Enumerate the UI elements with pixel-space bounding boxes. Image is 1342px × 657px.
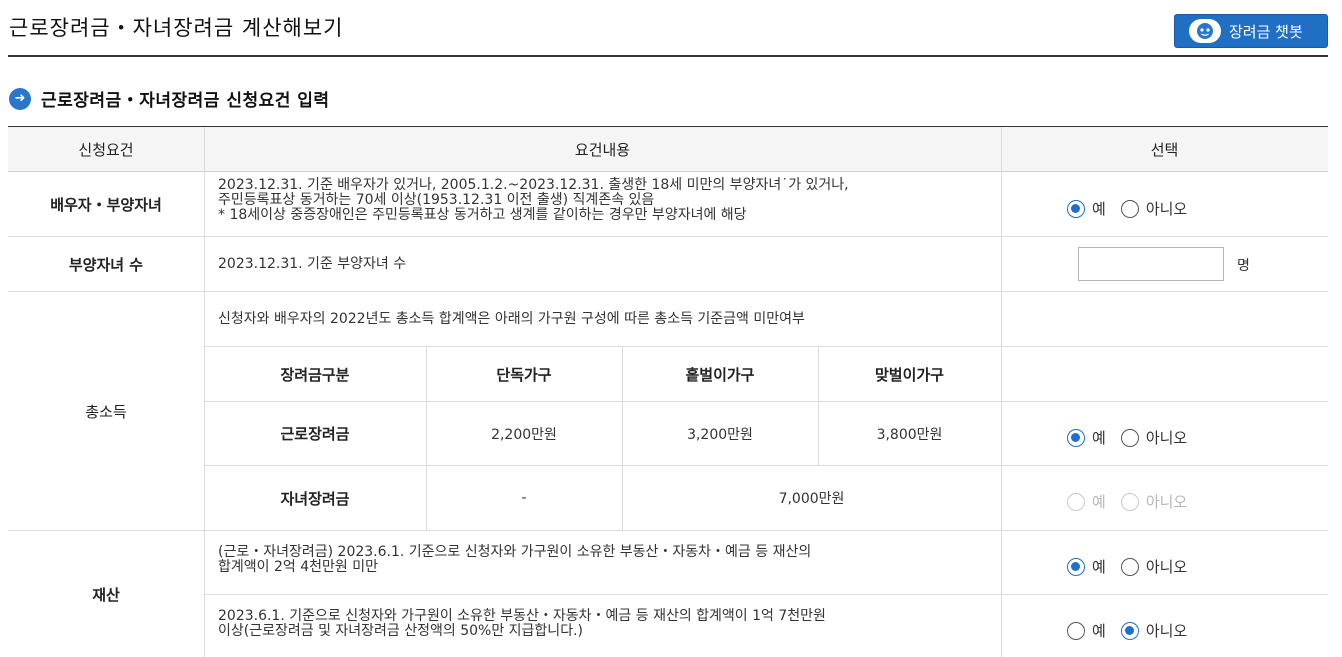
spouse-yes-label: 예 <box>1092 200 1106 218</box>
header-content: 요건내용 <box>574 141 631 159</box>
assets-line1-no-label: 아니오 <box>1145 558 1188 576</box>
page-title: 근로장려금・자녀장려금 계산해보기 <box>9 16 344 40</box>
header-select: 선택 <box>1150 141 1179 159</box>
arrow-right-icon: ➜ <box>9 87 31 110</box>
income-child-yes-radio[interactable] <box>1067 492 1085 511</box>
income-work-name: 근로장려금 <box>280 425 350 443</box>
chatbot-icon <box>1189 19 1221 43</box>
assets-line1-text: (근로・자녀장려금) 2023.6.1. 기준으로 신청자와 가구원이 소유한 … <box>218 544 812 575</box>
assets-line1-no-radio[interactable] <box>1120 557 1139 576</box>
requirements-table: 신청요건 요건내용 선택 배우자・부양자녀 2023.12.31. 기준 배우자… <box>8 126 1328 657</box>
title-divider <box>8 55 1328 57</box>
assets-line2-text: 2023.6.1. 기준으로 신청자와 가구원이 소유한 부동산・자동차・예금 … <box>218 608 826 639</box>
income-child-no-radio[interactable] <box>1120 492 1139 511</box>
assets-line2-yes-label: 예 <box>1092 622 1106 640</box>
header-requirement: 신청요건 <box>78 141 134 159</box>
income-work-radio-group: 예 아니오 <box>1067 427 1202 448</box>
row-label-assets: 재산 <box>92 586 120 604</box>
income-subheader-one-earner: 홑벌이가구 <box>685 365 755 384</box>
income-child-yes-label: 예 <box>1092 493 1106 511</box>
chatbot-label: 장려금 챗봇 <box>1229 22 1303 41</box>
income-work-yes-label: 예 <box>1092 429 1106 447</box>
section-title: 근로장려금・자녀장려금 신청요건 입력 <box>41 91 330 111</box>
assets-line2-radio-group: 예 아니오 <box>1067 620 1202 641</box>
income-work-no-radio[interactable] <box>1120 428 1139 447</box>
income-work-dual: 3,800만원 <box>876 426 943 443</box>
income-subheader-dual: 맞벌이가구 <box>874 365 944 384</box>
assets-line2-no-label: 아니오 <box>1145 622 1188 640</box>
income-subheader-single: 단독가구 <box>496 365 552 384</box>
income-intro-text: 신청자와 배우자의 2022년도 총소득 합계액은 아래의 가구원 구성에 따른… <box>218 311 805 327</box>
income-work-no-label: 아니오 <box>1145 429 1188 447</box>
children-count-unit: 명 <box>1237 258 1250 274</box>
assets-line1-radio-group: 예 아니오 <box>1067 556 1202 577</box>
income-subheader-type: 장려금구분 <box>280 365 350 384</box>
assets-line1-yes-radio[interactable] <box>1067 557 1085 576</box>
income-child-no-label: 아니오 <box>1145 493 1188 511</box>
assets-line2-yes-radio[interactable] <box>1067 621 1085 640</box>
spouse-no-radio[interactable] <box>1120 199 1139 218</box>
chatbot-button[interactable]: 장려금 챗봇 <box>1174 14 1328 48</box>
income-child-name: 자녀장려금 <box>280 489 350 508</box>
income-work-single: 2,200만원 <box>491 426 557 443</box>
income-child-single: - <box>521 490 527 506</box>
income-child-radio-group: 예 아니오 <box>1067 491 1202 512</box>
row-label-income: 총소득 <box>85 402 127 421</box>
children-count-input[interactable] <box>1078 247 1224 281</box>
children-requirement-text: 2023.12.31. 기준 부양자녀 수 <box>218 256 407 272</box>
section-heading: ➜ 근로장려금・자녀장려금 신청요건 입력 <box>9 86 330 111</box>
income-work-one-earner: 3,200만원 <box>687 426 753 443</box>
row-label-children: 부양자녀 수 <box>68 255 144 274</box>
income-work-yes-radio[interactable] <box>1067 428 1085 447</box>
row-label-spouse: 배우자・부양자녀 <box>50 195 162 214</box>
assets-line2-no-radio[interactable] <box>1120 621 1139 640</box>
spouse-yes-radio[interactable] <box>1067 199 1085 218</box>
spouse-radio-group: 예 아니오 <box>1067 198 1202 219</box>
income-child-combined: 7,000만원 <box>778 491 845 507</box>
spouse-requirement-text: 2023.12.31. 기준 배우자가 있거나, 2005.1.2.~2023.… <box>218 177 849 223</box>
spouse-no-label: 아니오 <box>1145 200 1188 218</box>
assets-line1-yes-label: 예 <box>1092 558 1106 576</box>
